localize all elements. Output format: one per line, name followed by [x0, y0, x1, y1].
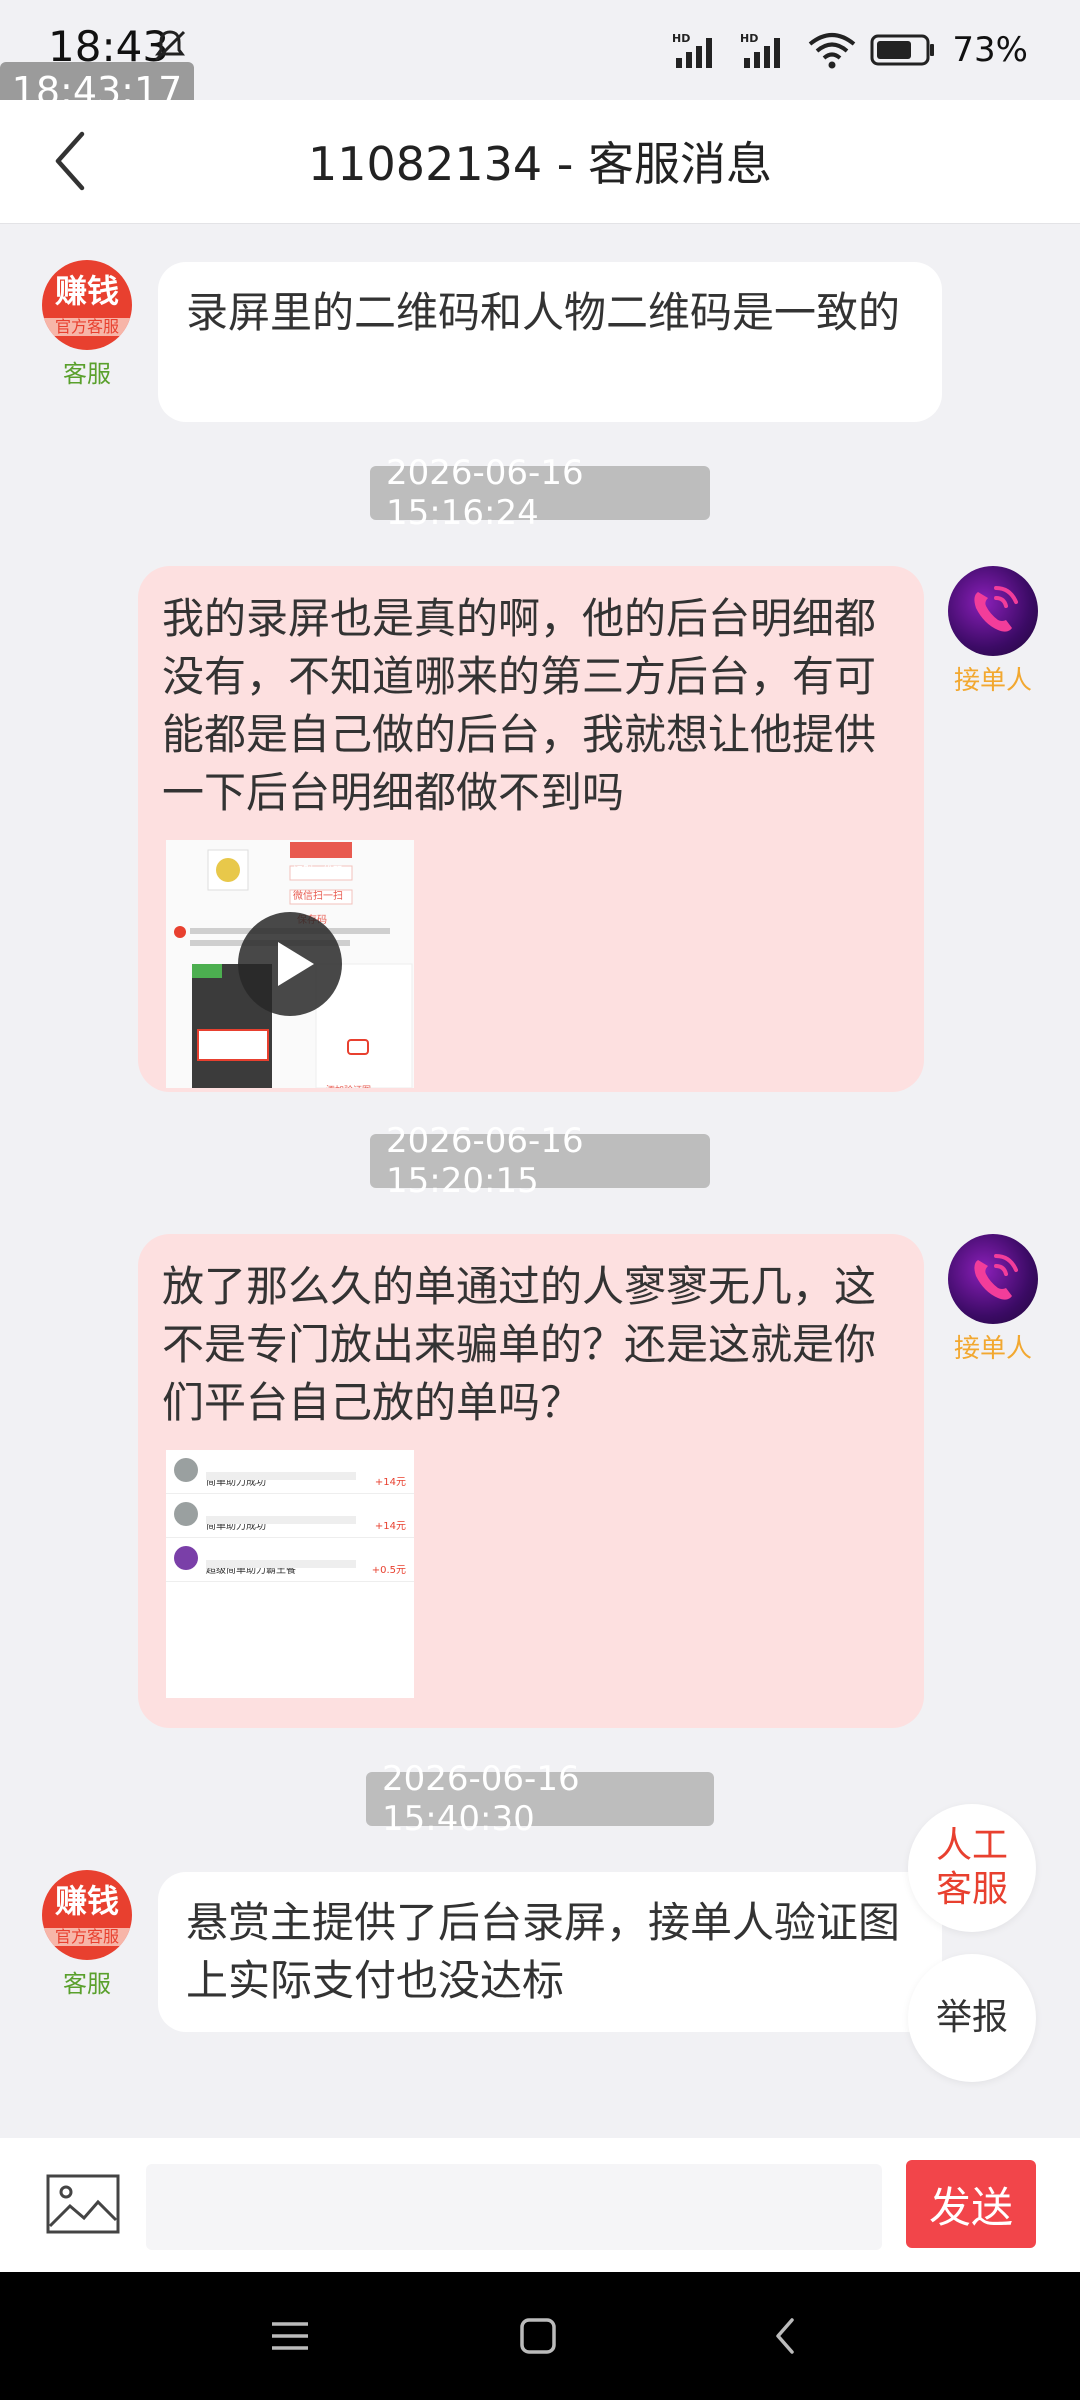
svg-text:HD: HD — [672, 32, 690, 45]
bell-muted-icon — [154, 30, 186, 62]
thumb-add-label: 添加验证图 — [326, 1062, 371, 1088]
system-nav-bar — [0, 2272, 1080, 2400]
report-button[interactable]: 举报 — [908, 1954, 1036, 2082]
message-input-bar: 发送 — [0, 2138, 1080, 2272]
back-nav-icon[interactable] — [762, 2312, 810, 2360]
thumb-row: 简单助力成功 +14元 — [166, 1450, 414, 1494]
message-input[interactable] — [146, 2164, 882, 2250]
customer-service-avatar[interactable]: 赚钱 官方客服 — [42, 260, 132, 350]
taker-label: 接单人 — [953, 1334, 1032, 1364]
play-icon[interactable] — [238, 912, 342, 1016]
thumb-row-tags — [206, 1472, 356, 1480]
hd-signal-icon: HD — [740, 32, 781, 68]
svg-text:HD: HD — [740, 32, 758, 45]
thumb-row-tags — [206, 1560, 356, 1568]
chat-message-list[interactable]: 赚钱 官方客服 客服 录屏里的二维码和人物二维码是一致的 2026-06-16 … — [0, 224, 1080, 2138]
phone-icon — [974, 1254, 1018, 1300]
wifi-icon — [809, 33, 856, 69]
taker-avatar[interactable] — [948, 566, 1038, 656]
message-timestamp: 2026-06-16 15:16:24 — [370, 453, 710, 533]
thumb-row-amount: +0.5元 — [371, 1565, 406, 1576]
thumb-row-avatar — [174, 1546, 198, 1570]
hd-signal-icon: HD — [672, 32, 713, 68]
battery-icon — [870, 34, 935, 66]
home-icon[interactable] — [514, 2312, 562, 2360]
message-text: 放了那么久的单通过的人寥寥无几，这不是专门放出来骗单的？还是这就是你们平台自己放… — [162, 1262, 877, 1427]
message-bubble-cs[interactable]: 录屏里的二维码和人物二维码是一致的 — [158, 262, 942, 422]
message-timestamp: 2026-06-16 15:20:15 — [370, 1121, 710, 1201]
customer-service-label: 客服 — [63, 360, 111, 388]
message-bubble-taker[interactable]: 我的录屏也是真的啊，他的后台明细都没有，不知道哪来的第三方后台，有可能都是自己做… — [138, 566, 924, 1092]
status-bar: 18:43 18:43:17 HD HD 73% — [0, 0, 1080, 120]
message-bubble-cs[interactable]: 悬赏主提供了后台录屏，接单人验证图上实际支付也没达标 — [158, 1872, 942, 2032]
thumb-row: 简单助力成功 +14元 — [166, 1494, 414, 1538]
send-button[interactable]: 发送 — [906, 2160, 1036, 2248]
message-bubble-taker[interactable]: 放了那么久的单通过的人寥寥无几，这不是专门放出来骗单的？还是这就是你们平台自己放… — [138, 1234, 924, 1728]
taker-avatar[interactable] — [948, 1234, 1038, 1324]
page-title: 11082134 - 客服消息 — [308, 137, 772, 191]
customer-service-avatar[interactable]: 赚钱 官方客服 — [42, 1870, 132, 1960]
thumb-row-tags — [206, 1516, 356, 1524]
video-thumbnail[interactable]: 识别二维码 微信扫一扫 保存码 添加验证图 — [166, 840, 414, 1088]
image-picker-icon[interactable] — [46, 2174, 120, 2234]
menu-icon[interactable] — [266, 2312, 314, 2360]
phone-icon — [974, 586, 1018, 632]
customer-service-label: 客服 — [63, 1970, 111, 1998]
battery-percent: 73% — [952, 30, 1028, 70]
thumb-row: 超级简单助力霸王餐 +0.5元 — [166, 1538, 414, 1582]
chat-header: 11082134 - 客服消息 — [0, 100, 1080, 224]
thumb-row-title: 超级简单助力霸王餐 — [206, 1565, 296, 1576]
image-thumbnail[interactable]: 简单助力成功 +14元 简单助力成功 +14元 超级简单助力霸王餐 +0.5元 — [166, 1450, 414, 1698]
thumb-row-avatar — [174, 1502, 198, 1526]
human-service-button[interactable]: 人工 客服 — [908, 1804, 1036, 1932]
taker-label: 接单人 — [953, 666, 1032, 696]
message-text: 我的录屏也是真的啊，他的后台明细都没有，不知道哪来的第三方后台，有可能都是自己做… — [162, 594, 877, 817]
message-timestamp: 2026-06-16 15:40:30 — [366, 1759, 714, 1839]
status-icons: HD HD 73% — [670, 30, 1028, 70]
thumb-row-avatar — [174, 1458, 198, 1482]
